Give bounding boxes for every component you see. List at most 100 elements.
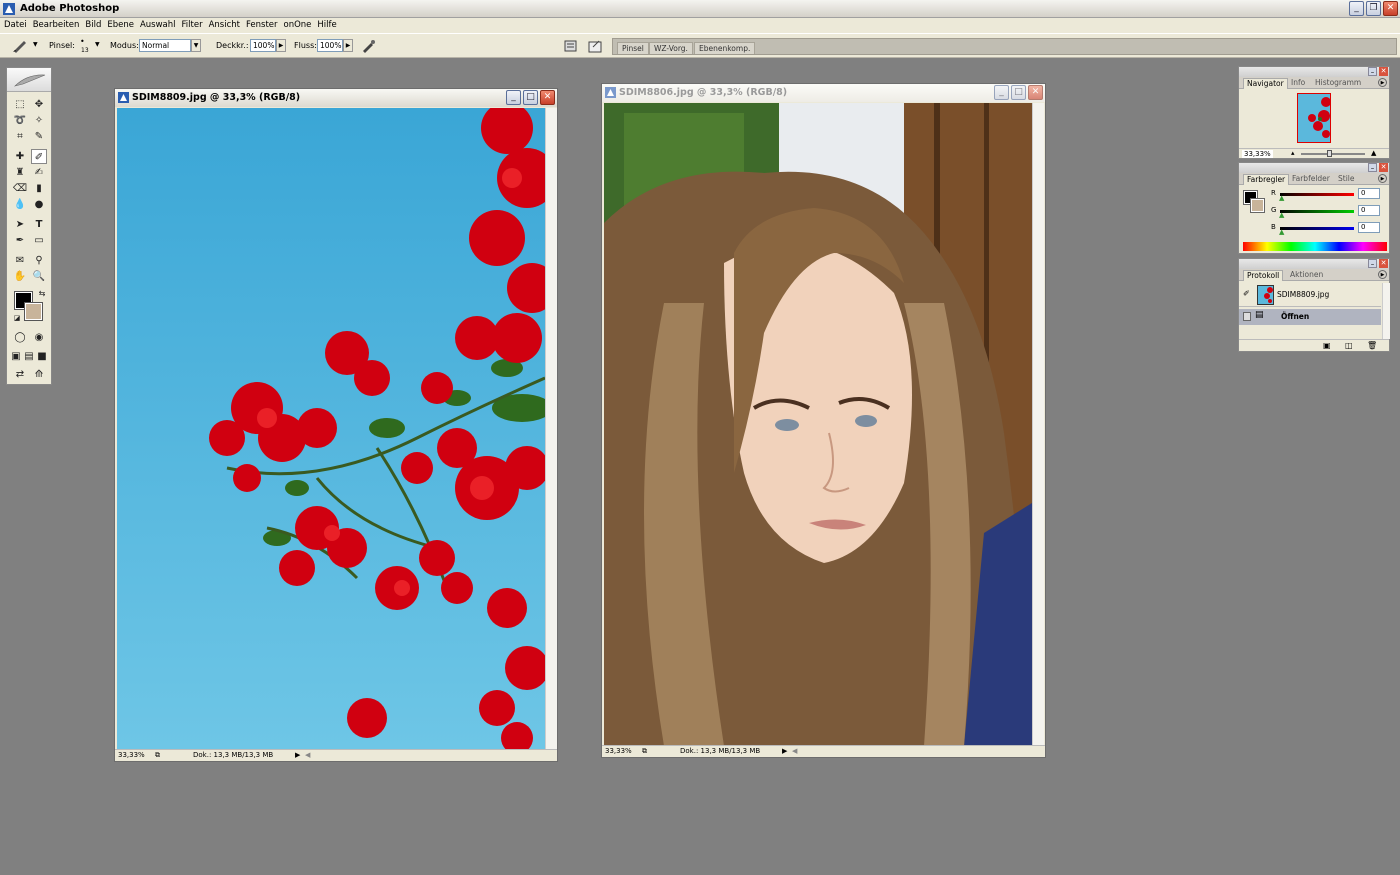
doc-maximize-button[interactable]: □ [523, 90, 538, 105]
channel-r-input[interactable]: 0 [1358, 188, 1380, 199]
modus-dropdown-icon[interactable]: ▼ [191, 39, 201, 52]
preset-dropdown-icon[interactable]: ▼ [33, 41, 38, 48]
pen-tool-icon[interactable]: ✒ [12, 233, 28, 248]
vertical-scrollbar[interactable] [1032, 103, 1044, 746]
tab-aktionen[interactable]: Aktionen [1287, 270, 1326, 281]
menu-bearbeiten[interactable]: Bearbeiten [31, 18, 84, 33]
crop-tool-icon[interactable]: ⌗ [12, 129, 28, 144]
brush-tool-preset-icon[interactable] [12, 39, 30, 53]
scroll-left-icon[interactable]: ◀ [792, 747, 797, 755]
brush-dot-icon[interactable]: • [80, 37, 85, 46]
history-scrollbar[interactable] [1382, 283, 1390, 339]
hand-tool-icon[interactable]: ✋ [12, 269, 28, 284]
panel-menu-icon[interactable]: ▶ [1378, 78, 1387, 87]
lasso-tool-icon[interactable]: ➰ [12, 113, 28, 128]
menu-ebene[interactable]: Ebene [105, 18, 138, 33]
restore-button[interactable]: ❐ [1366, 1, 1381, 16]
menu-ansicht[interactable]: Ansicht [207, 18, 244, 33]
eyedropper-tool-icon[interactable]: ⚲ [31, 253, 47, 268]
deckkraft-input[interactable]: 100% [250, 39, 276, 52]
doc-minimize-button[interactable]: _ [994, 85, 1009, 100]
history-brush-source-box[interactable] [1243, 312, 1251, 321]
zoom-level[interactable]: 33,33% [118, 751, 145, 759]
color-ramp[interactable] [1243, 242, 1387, 251]
document-window-sdim8809[interactable]: SDIM8809.jpg @ 33,3% (RGB/8) _ □ ✕ 33,33… [114, 88, 558, 762]
blur-tool-icon[interactable]: 💧 [12, 197, 28, 212]
fluss-input[interactable]: 100% [317, 39, 343, 52]
gradient-tool-icon[interactable]: ▮ [31, 181, 47, 196]
screen-mode-standard-icon[interactable]: ▣ [10, 349, 22, 364]
path-selection-tool-icon[interactable]: ➤ [12, 217, 28, 232]
magic-wand-tool-icon[interactable]: ✧ [31, 113, 47, 128]
brush-tool-icon[interactable]: ✐ [31, 149, 47, 164]
tab-navigator[interactable]: Navigator [1243, 78, 1288, 89]
type-tool-icon[interactable]: T [31, 217, 47, 232]
standard-mode-icon[interactable]: ◯ [12, 330, 28, 345]
panel-close-icon[interactable]: ✕ [1379, 67, 1388, 76]
swap-colors-icon[interactable]: ⇆ [34, 286, 50, 301]
panel-header[interactable]: – ✕ [1239, 67, 1389, 77]
zoom-tool-icon[interactable]: 🔍 [31, 269, 47, 284]
trash-icon[interactable]: 🗑 [1367, 341, 1377, 350]
screen-mode-full-icon[interactable]: ■ [36, 349, 48, 364]
new-document-from-state-icon[interactable]: ▣ [1323, 341, 1331, 350]
channel-g-input[interactable]: 0 [1358, 205, 1380, 216]
channel-r-handle-icon[interactable]: ▲ [1279, 194, 1284, 202]
status-menu-arrow-icon[interactable]: ▶ [782, 747, 787, 755]
navigator-zoom[interactable]: 33,33% [1242, 150, 1273, 158]
file-browser-icon[interactable] [564, 40, 577, 52]
status-preview-icon[interactable]: ⧉ [155, 751, 160, 760]
tab-info[interactable]: Info [1288, 78, 1308, 89]
dock-tab-pinsel[interactable]: Pinsel [617, 42, 649, 54]
tab-stile[interactable]: Stile [1335, 174, 1357, 185]
slice-tool-icon[interactable]: ✎ [31, 129, 47, 144]
history-brush-tool-icon[interactable]: ✍ [31, 165, 47, 180]
menu-fenster[interactable]: Fenster [244, 18, 282, 33]
doc-minimize-button[interactable]: _ [506, 90, 521, 105]
panel-close-icon[interactable]: ✕ [1379, 163, 1388, 172]
minimize-button[interactable]: _ [1349, 1, 1364, 16]
airbrush-icon[interactable] [361, 39, 376, 53]
menu-onone[interactable]: onOne [282, 18, 316, 33]
clone-stamp-tool-icon[interactable]: ♜ [12, 165, 28, 180]
close-button[interactable]: ✕ [1383, 1, 1398, 16]
zoom-slider-handle[interactable] [1327, 150, 1332, 157]
channel-b-input[interactable]: 0 [1358, 222, 1380, 233]
menu-datei[interactable]: Datei [2, 18, 31, 33]
menu-bild[interactable]: Bild [83, 18, 105, 33]
doc-maximize-button[interactable]: □ [1011, 85, 1026, 100]
panel-minimize-icon[interactable]: – [1368, 163, 1377, 172]
jump-to-imageready-icon[interactable]: ⇄ [12, 367, 28, 382]
palette-toggle-icon[interactable] [588, 39, 603, 53]
notes-tool-icon[interactable]: ✉ [12, 253, 28, 268]
document-window-sdim8806[interactable]: SDIM8806.jpg @ 33,3% (RGB/8) _ □ ✕ 33,33… [601, 83, 1046, 758]
background-color-swatch[interactable] [24, 302, 43, 321]
doc-close-button[interactable]: ✕ [540, 90, 555, 105]
image-canvas-flowers[interactable] [117, 108, 545, 750]
tab-farbregler[interactable]: Farbregler [1243, 174, 1290, 185]
panel-close-icon[interactable]: ✕ [1379, 259, 1388, 268]
channel-g-handle-icon[interactable]: ▲ [1279, 211, 1284, 219]
status-menu-arrow-icon[interactable]: ▶ [295, 751, 300, 759]
panel-header[interactable]: – ✕ [1239, 163, 1389, 173]
dodge-tool-icon[interactable]: ● [31, 197, 47, 212]
imageready-icon[interactable]: ⟰ [31, 367, 47, 382]
dock-tab-wz-vorg[interactable]: WZ-Vorg. [649, 42, 693, 54]
eraser-tool-icon[interactable]: ⌫ [12, 181, 28, 196]
zoom-in-icon[interactable]: ▲ [1371, 149, 1376, 157]
scroll-left-icon[interactable]: ◀ [305, 751, 310, 759]
doc-close-button[interactable]: ✕ [1028, 85, 1043, 100]
zoom-out-icon[interactable]: ▴ [1291, 149, 1295, 157]
snapshot-brush-source-icon[interactable]: ✐ [1243, 289, 1250, 298]
channel-b-handle-icon[interactable]: ▲ [1279, 228, 1284, 236]
status-preview-icon[interactable]: ⧉ [642, 747, 647, 756]
healing-brush-tool-icon[interactable]: ✚ [12, 149, 28, 164]
deckkraft-slider-icon[interactable]: ▶ [276, 39, 286, 52]
move-tool-icon[interactable]: ✥ [31, 97, 47, 112]
channel-g-slider[interactable] [1280, 210, 1354, 213]
zoom-level[interactable]: 33,33% [605, 747, 632, 755]
tab-histogramm[interactable]: Histogramm [1312, 78, 1364, 89]
dock-tab-ebenenkomp[interactable]: Ebenenkomp. [694, 42, 756, 54]
menu-auswahl[interactable]: Auswahl [138, 18, 180, 33]
history-snapshot-row[interactable]: ✐ SDIM8809.jpg [1239, 283, 1381, 307]
